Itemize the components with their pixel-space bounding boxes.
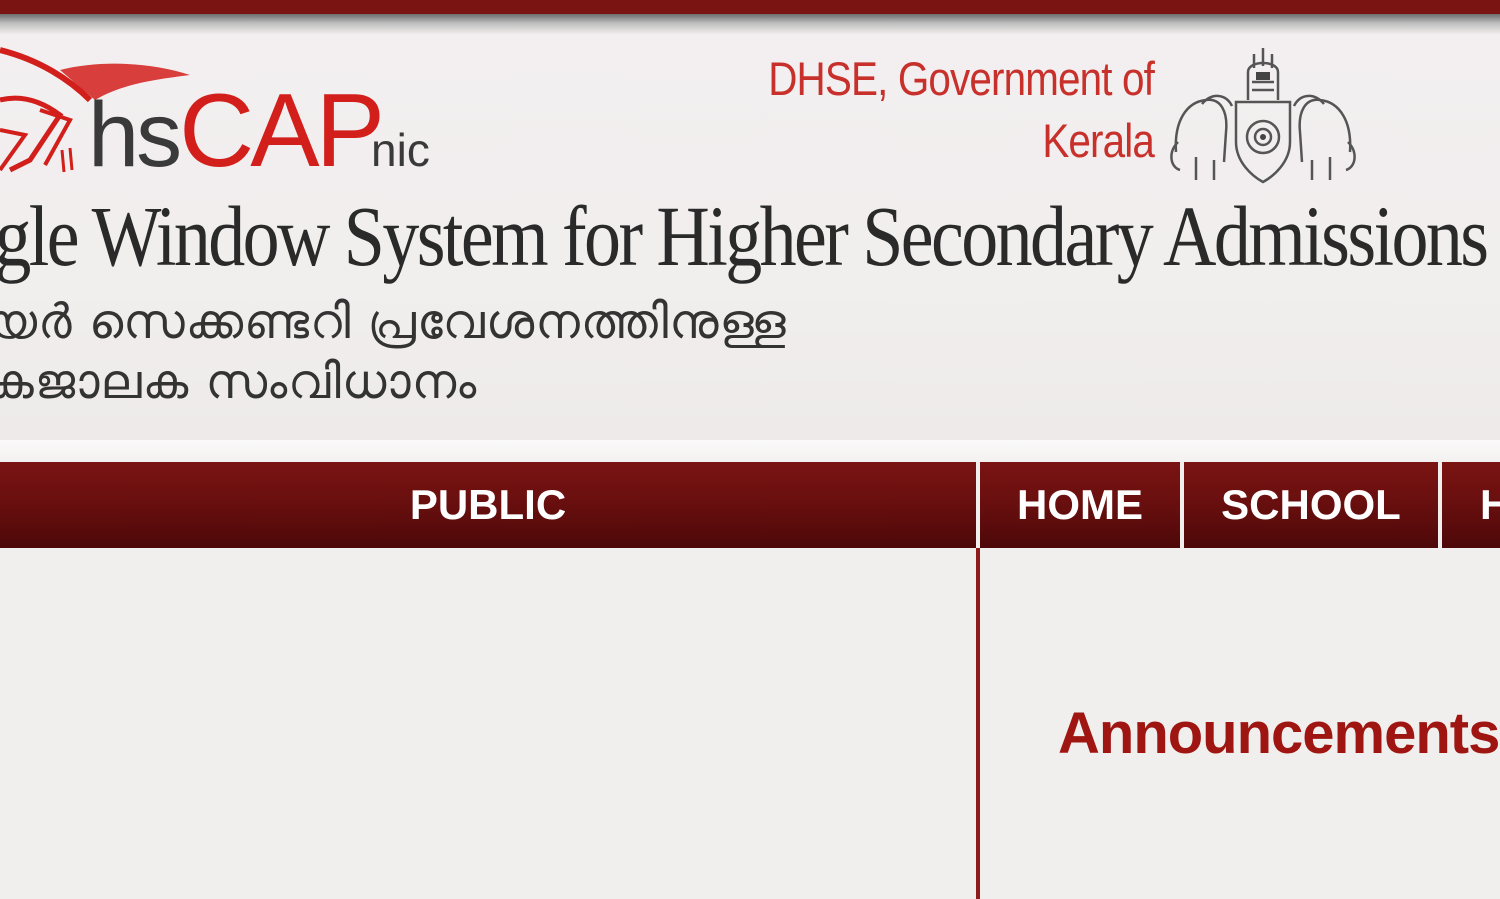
announcements-heading: Announcements [1058,701,1500,766]
logo-nic-text: nic [371,124,430,176]
header-separator [0,440,1500,462]
nav-next-button-truncated[interactable]: H [1442,462,1500,548]
dhse-line-2: Kerala [1042,114,1155,167]
top-bar [0,0,1500,14]
nav-school-button[interactable]: SCHOOL [1184,462,1438,548]
dhse-line-1: DHSE, Government of [768,52,1155,105]
dhse-government-label: DHSE, Government of Kerala [707,48,1155,172]
hscap-logo[interactable]: hsCAPnic [88,72,430,189]
logo-hs-text: hs [88,84,182,186]
site-title-malayalam-line-2: കജാലക സംവിധാനം [0,354,478,410]
kerala-emblem-icon [1170,48,1356,184]
site-title-english: ngle Window System for Higher Secondary … [0,188,1489,284]
nav-public-tab[interactable]: PUBLIC [0,462,976,548]
site-title-malayalam-line-1: യർ സെക്കണ്ടറി പ്രവേശനത്തിനുള്ള [0,294,787,350]
logo-cap-text: CAP [179,73,385,189]
content-column-divider [976,548,980,899]
main-navigation: PUBLIC HOME SCHOOL H [0,462,1500,548]
nav-home-button[interactable]: HOME [980,462,1180,548]
top-shadow [0,14,1500,34]
